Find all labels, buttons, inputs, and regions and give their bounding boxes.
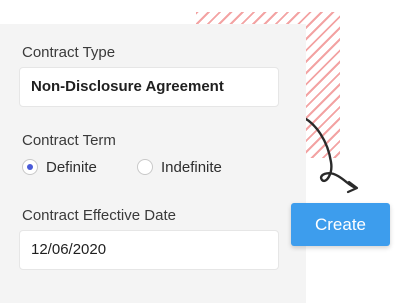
radio-label-indefinite: Indefinite bbox=[161, 158, 222, 176]
contract-type-field[interactable]: Non-Disclosure Agreement bbox=[19, 67, 279, 107]
create-button[interactable]: Create bbox=[291, 203, 390, 246]
contract-type-label: Contract Type bbox=[22, 44, 116, 61]
effective-date-field[interactable]: 12/06/2020 bbox=[19, 230, 279, 270]
radio-option-definite[interactable]: Definite bbox=[22, 157, 97, 177]
radio-button-unchecked[interactable] bbox=[137, 159, 153, 175]
radio-option-indefinite[interactable]: Indefinite bbox=[137, 157, 222, 177]
effective-date-label: Contract Effective Date bbox=[22, 207, 176, 224]
curved-arrow-icon bbox=[298, 114, 359, 194]
radio-label-definite: Definite bbox=[46, 158, 97, 176]
contract-term-label: Contract Term bbox=[22, 132, 116, 149]
radio-button-checked[interactable] bbox=[22, 159, 38, 175]
